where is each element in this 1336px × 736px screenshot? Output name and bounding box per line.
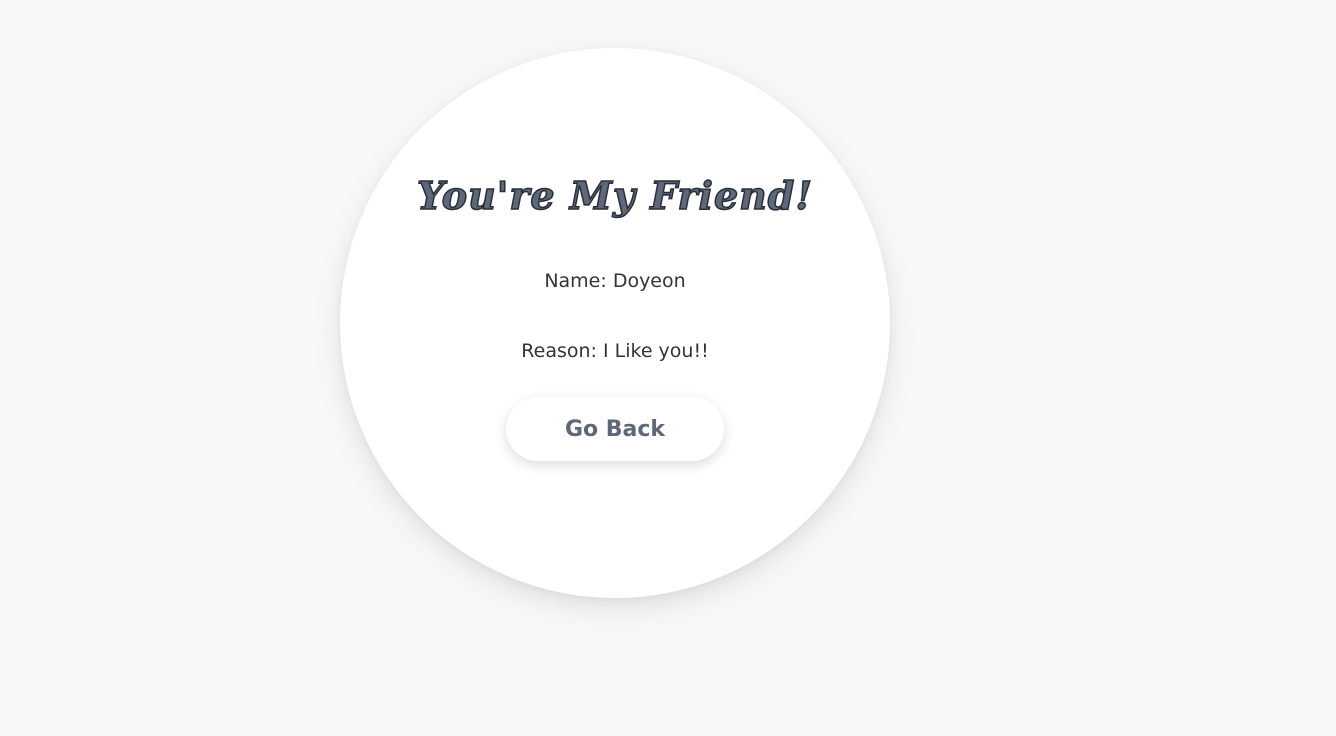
reason-label: Reason:: [521, 340, 603, 362]
page: You're My Friend! Name: Doyeon Reason: I…: [0, 0, 1336, 736]
friend-name: Name: Doyeon: [340, 269, 890, 293]
reason-value: I Like you!!: [602, 340, 709, 362]
page-title: You're My Friend!: [416, 172, 814, 219]
name-value: Doyeon: [612, 270, 686, 292]
go-back-button[interactable]: Go Back: [506, 397, 724, 461]
name-label: Name:: [544, 270, 613, 292]
friend-card: You're My Friend! Name: Doyeon Reason: I…: [340, 48, 890, 598]
friend-reason: Reason: I Like you!!: [340, 339, 890, 363]
